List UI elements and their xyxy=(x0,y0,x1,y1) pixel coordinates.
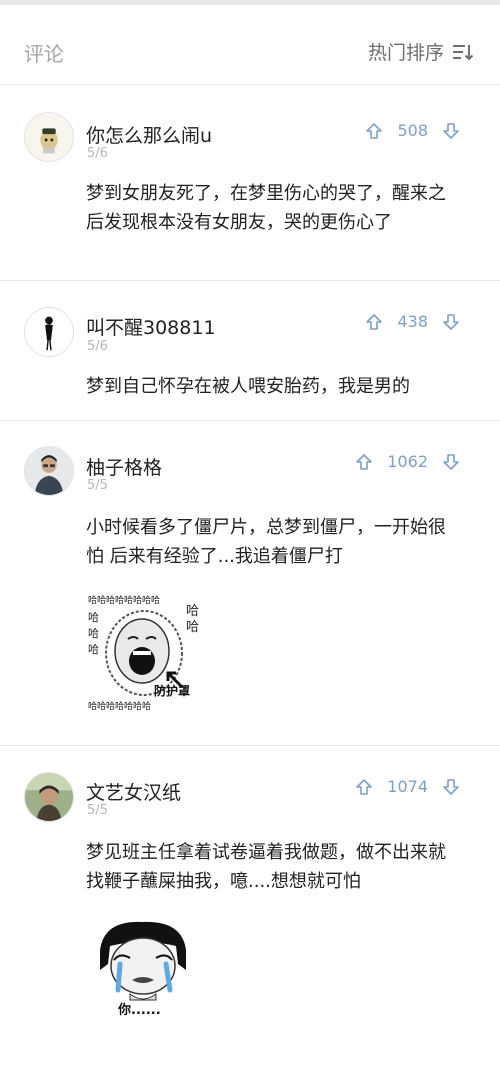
upvote-arrow-icon[interactable] xyxy=(355,778,373,796)
avatar[interactable] xyxy=(24,772,74,822)
comment-text: 梦见班主任拿着试卷逼着我做题，做不出来就找鞭子蘸屎抽我，噫....想想就可怕 xyxy=(86,842,446,892)
upvote-arrow-icon[interactable] xyxy=(355,453,373,471)
cartoon-avatar-icon xyxy=(25,113,73,161)
comments-header: 评论 热门排序 xyxy=(0,5,500,85)
comment-item: 叫不醒308811 5/6 438 梦到自己怀孕在被人喂安胎药，我是男的 xyxy=(0,281,500,421)
comment-username[interactable]: 叫不醒308811 xyxy=(86,313,216,340)
laughing-meme-image[interactable]: 哈哈哈哈哈哈哈哈 哈 哈 哈 哈 哈 防护罩 哈哈哈哈哈哈哈 xyxy=(86,591,214,713)
downvote-arrow-icon[interactable] xyxy=(442,313,460,331)
page-title: 评论 xyxy=(24,42,64,66)
vote-count: 1074 xyxy=(387,777,428,796)
sort-button[interactable]: 热门排序 xyxy=(368,38,474,65)
comment-text: 梦到女朋友死了，在梦里伤心的哭了，醒来之后发现根本没有女朋友，哭的更伤心了 xyxy=(86,183,446,233)
meme-ha-side-left: 哈 xyxy=(88,611,99,624)
crying-meme-image[interactable]: 你...... xyxy=(90,916,196,1018)
downvote-arrow-icon[interactable] xyxy=(442,778,460,796)
avatar[interactable] xyxy=(24,446,74,496)
comment-username[interactable]: 柚子格格 xyxy=(86,453,162,480)
vote-count: 438 xyxy=(397,312,428,331)
avatar[interactable] xyxy=(24,112,74,162)
meme-ha-side-right: 哈 xyxy=(186,620,199,635)
meme-ha-side-left: 哈 xyxy=(88,627,99,640)
laughing-face-icon: 哈哈哈哈哈哈哈哈 哈 哈 哈 哈 哈 防护罩 哈哈哈哈哈哈哈 xyxy=(86,591,214,713)
meme-ha-top: 哈哈哈哈哈哈哈哈 xyxy=(88,594,160,606)
person-avatar-icon xyxy=(25,447,73,495)
comment-text: 梦到自己怀孕在被人喂安胎药，我是男的 xyxy=(86,376,410,397)
sort-lines-icon xyxy=(453,44,474,60)
vote-group: 1062 xyxy=(355,452,460,471)
comment-item: 文艺女汉纸 5/5 1074 梦见班主任拿着试卷逼着我做题，做不出来就找鞭子蘸屎… xyxy=(0,746,500,1071)
downvote-arrow-icon[interactable] xyxy=(442,453,460,471)
vote-group: 1074 xyxy=(355,777,460,796)
vote-group: 508 xyxy=(365,121,460,140)
vote-group: 438 xyxy=(365,312,460,331)
avatar[interactable] xyxy=(24,307,74,357)
comment-username[interactable]: 你怎么那么闹u xyxy=(86,121,212,148)
comment-username[interactable]: 文艺女汉纸 xyxy=(86,778,181,805)
vote-count: 1062 xyxy=(387,452,428,471)
comment-text: 小时候看多了僵尸片，总梦到僵尸，一开始很怕 后来有经验了...我追着僵尸打 xyxy=(86,517,446,567)
meme-ha-side-right: 哈 xyxy=(186,604,199,619)
comment-date: 5/5 xyxy=(87,803,108,818)
comment-item: 柚子格格 5/5 1062 小时候看多了僵尸片，总梦到僵尸，一开始很怕 后来有经… xyxy=(0,421,500,746)
comment-item: 你怎么那么闹u 5/6 508 梦到女朋友死了，在梦里伤心的哭了，醒来之后发现根… xyxy=(0,85,500,281)
meme-ha-bottom: 哈哈哈哈哈哈哈 xyxy=(88,700,151,712)
outdoor-avatar-icon xyxy=(25,773,73,821)
upvote-arrow-icon[interactable] xyxy=(365,122,383,140)
meme-ha-side-left: 哈 xyxy=(88,643,99,656)
silhouette-avatar-icon xyxy=(25,308,73,356)
vote-count: 508 xyxy=(397,121,428,140)
downvote-arrow-icon[interactable] xyxy=(442,122,460,140)
meme-caption: 防护罩 xyxy=(154,683,190,698)
comment-date: 5/6 xyxy=(87,339,108,354)
crying-face-icon: 你...... xyxy=(90,916,196,1018)
comment-date: 5/5 xyxy=(87,478,108,493)
meme-caption: 你...... xyxy=(117,1002,161,1018)
sort-label: 热门排序 xyxy=(367,42,444,64)
comment-date: 5/6 xyxy=(87,146,108,161)
upvote-arrow-icon[interactable] xyxy=(365,313,383,331)
